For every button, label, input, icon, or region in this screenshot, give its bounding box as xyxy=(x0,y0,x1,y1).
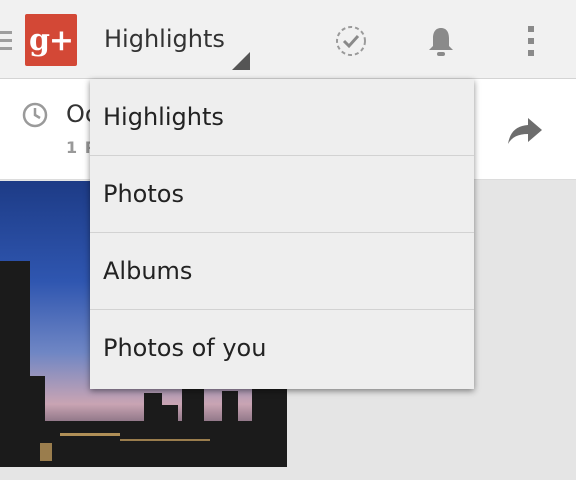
dropdown-item-photos[interactable]: Photos xyxy=(90,156,474,233)
clock-icon xyxy=(22,102,48,132)
share-icon[interactable] xyxy=(506,116,544,150)
view-selector[interactable]: Highlights xyxy=(104,25,225,53)
dropdown-item-highlights[interactable]: Highlights xyxy=(90,79,474,156)
circle-check-icon[interactable] xyxy=(334,24,368,58)
dropdown-item-photos-of-you[interactable]: Photos of you xyxy=(90,310,474,388)
overflow-menu-icon[interactable] xyxy=(514,24,548,58)
google-plus-logo[interactable]: g+ xyxy=(25,14,77,66)
bell-icon[interactable] xyxy=(424,24,458,58)
view-dropdown-menu: Highlights Photos Albums Photos of you xyxy=(90,79,474,389)
action-bar: g+ Highlights xyxy=(0,0,576,79)
navigation-menu-icon[interactable] xyxy=(0,31,12,51)
dropdown-item-albums[interactable]: Albums xyxy=(90,233,474,310)
spinner-arrow-icon[interactable] xyxy=(232,52,250,70)
